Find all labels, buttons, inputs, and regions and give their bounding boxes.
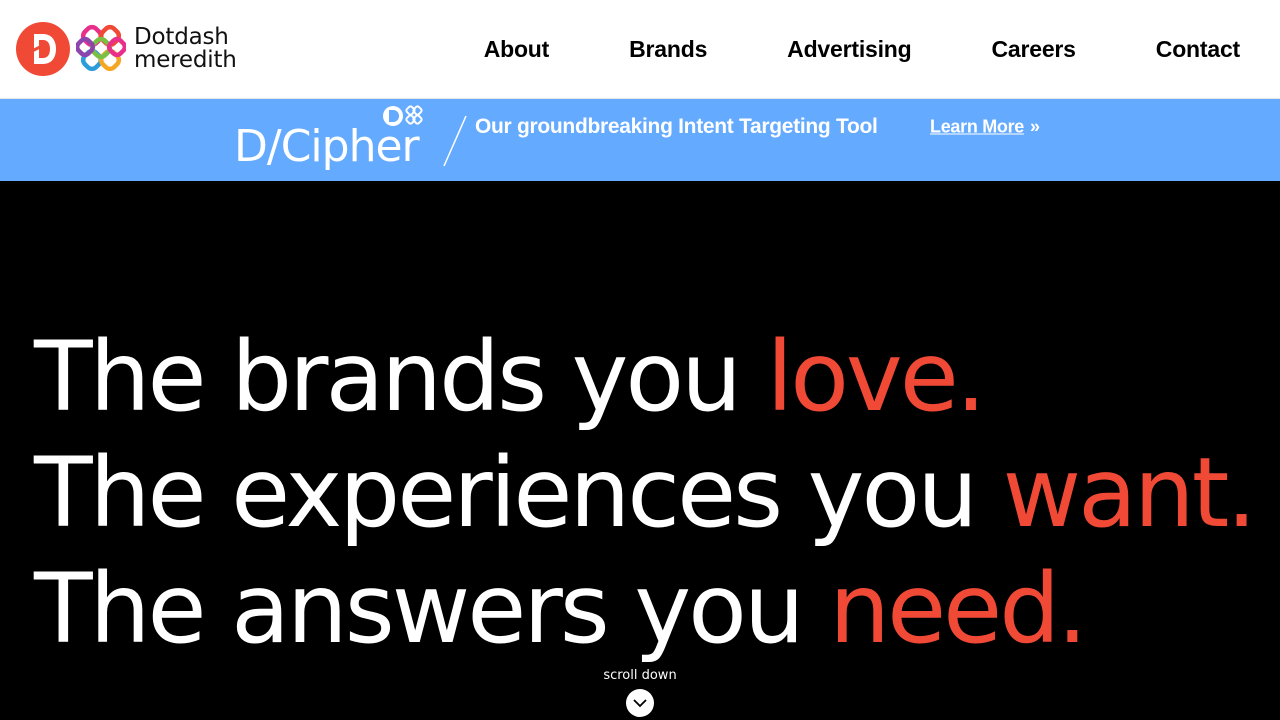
banner-tagline: Our groundbreaking Intent Targeting Tool <box>475 115 878 138</box>
scroll-down-button[interactable] <box>626 689 654 717</box>
hero-line-brands: The brands you love. <box>34 329 986 425</box>
learn-more-link[interactable]: Learn More <box>930 117 1024 138</box>
dotdash-d-icon <box>16 22 70 76</box>
nav-about[interactable]: About <box>484 36 550 63</box>
hero-line-answers: The answers you need. <box>34 561 1088 657</box>
hero-section: The brands you love. The experiences you… <box>0 181 1280 720</box>
logo-wordmark: Dotdash meredith <box>134 26 237 72</box>
chevron-down-icon <box>633 698 647 707</box>
nav-contact[interactable]: Contact <box>1156 36 1240 63</box>
nav-careers[interactable]: Careers <box>992 36 1076 63</box>
hero-line-accent: want. <box>1002 437 1257 549</box>
logo-line1: Dotdash <box>134 24 229 50</box>
meredith-knot-icon <box>76 24 126 72</box>
promo-banner: D/Cipher <box>0 99 1280 181</box>
nav-brands[interactable]: Brands <box>629 36 707 63</box>
main-nav: About Brands Advertising Careers Contact <box>484 0 1240 99</box>
hero-line-experiences: The experiences you want. <box>34 445 1257 541</box>
learn-more-arrows[interactable]: » <box>1030 117 1040 138</box>
nav-advertising[interactable]: Advertising <box>787 36 912 63</box>
dotdash-meredith-logo[interactable]: Dotdash meredith <box>16 22 237 76</box>
d-cipher-logo: D/Cipher <box>234 105 442 175</box>
hero-line-lead: The brands you <box>34 321 767 433</box>
logo-line2: meredith <box>134 47 237 73</box>
site-header: Dotdash meredith About Brands Advertisin… <box>0 0 1280 99</box>
hero-line-accent: need. <box>829 553 1087 665</box>
divider-slash-icon <box>443 115 467 167</box>
hero-line-accent: love. <box>766 321 987 433</box>
dotdash-badge-icon <box>383 105 423 126</box>
scroll-down-label: scroll down <box>603 668 677 683</box>
d-cipher-wordmark: D/Cipher <box>234 121 420 172</box>
hero-line-lead: The answers you <box>34 553 830 665</box>
hero-line-lead: The experiences you <box>34 437 1003 549</box>
